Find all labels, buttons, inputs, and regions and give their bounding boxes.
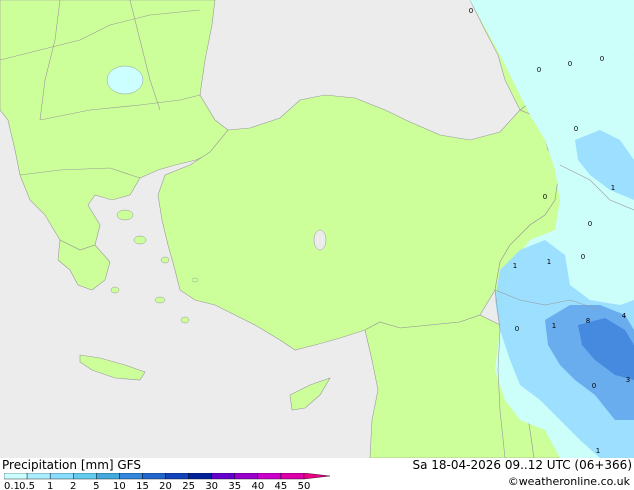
scale-label: 35 (228, 481, 241, 490)
scale-swatch (257, 473, 282, 480)
station-value: 0 (568, 60, 572, 68)
scale-label: 45 (275, 481, 288, 490)
scale-swatch (4, 473, 28, 480)
legend-bar: Precipitation [mm] GFS Sa 18-04-2026 09.… (0, 458, 634, 490)
scale-swatch (211, 473, 235, 480)
scale-label: 15 (136, 481, 149, 490)
station-value: 8 (586, 317, 590, 325)
lake (106, 65, 144, 95)
scale-swatch (26, 473, 51, 480)
scale-label: 30 (205, 481, 218, 490)
station-value: 0 (574, 125, 578, 133)
legend-title: Precipitation [mm] GFS (2, 458, 141, 472)
scale-swatch (234, 473, 259, 480)
station-value: 0 (537, 66, 541, 74)
station-value: 0 (543, 193, 547, 201)
scale-swatch (280, 473, 305, 480)
scale-label: 50 (298, 481, 311, 490)
station-value: 3 (626, 376, 630, 384)
station-value: 0 (515, 325, 519, 333)
station-value: 0 (588, 220, 592, 228)
scale-arrow (303, 473, 331, 480)
scale-label: 40 (251, 481, 264, 490)
scale-swatch (119, 473, 143, 480)
scale-label: 2 (70, 481, 76, 490)
scale-label: 20 (159, 481, 172, 490)
scale-label: 0.5 (19, 481, 35, 490)
station-value: 0 (592, 382, 596, 390)
scale-label: 5 (93, 481, 99, 490)
color-scale: 0.1 0.5 1 2 5 10 15 20 25 30 35 40 45 50 (4, 473, 331, 490)
scale-swatch (165, 473, 189, 480)
station-value: 0 (469, 7, 473, 15)
forecast-datetime: Sa 18-04-2026 09..12 UTC (06+366) (412, 458, 632, 472)
station-value: 1 (552, 322, 556, 330)
scale-swatch (188, 473, 212, 480)
station-value: 4 (622, 312, 627, 320)
station-value: 0 (581, 253, 585, 261)
scale-label: 10 (113, 481, 126, 490)
credit-text: ©weatheronline.co.uk (507, 475, 630, 488)
station-value: 1 (596, 447, 600, 455)
precipitation-map: 0 0 0 0 0 1 0 0 1 1 0 1 8 4 0 3 1 0 (0, 0, 634, 458)
lake (313, 229, 327, 251)
scale-label: 0.1 (4, 481, 20, 490)
scale-label: 25 (182, 481, 195, 490)
scale-label: 1 (47, 481, 53, 490)
scale-swatch (73, 473, 97, 480)
station-value: 1 (547, 258, 551, 266)
scale-swatch (49, 473, 74, 480)
station-value: 0 (600, 55, 604, 63)
scale-swatch (96, 473, 120, 480)
station-value: 1 (513, 262, 517, 270)
station-value: 1 (611, 184, 615, 192)
scale-swatch (142, 473, 166, 480)
